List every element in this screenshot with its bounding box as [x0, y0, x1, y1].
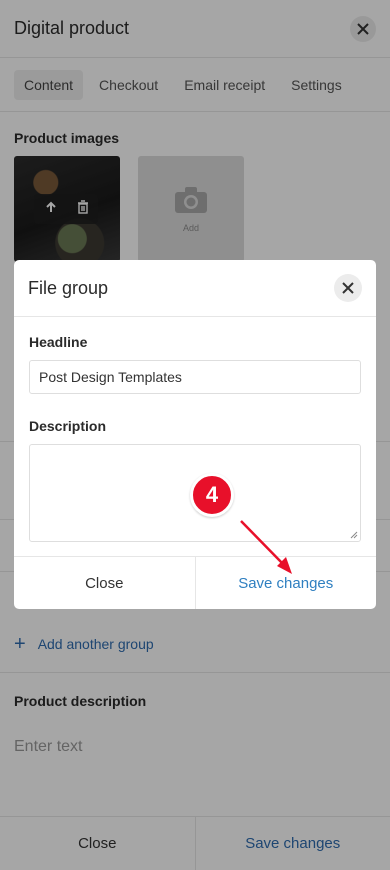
dialog-title: File group — [28, 277, 109, 298]
dialog-close-button[interactable]: Close — [14, 557, 196, 609]
resize-grip-icon[interactable] — [350, 531, 358, 539]
step-number-badge: 4 — [190, 473, 234, 517]
dialog-header: File group — [14, 260, 376, 317]
dialog-close-icon[interactable] — [334, 274, 362, 302]
dialog-footer: Close Save changes — [14, 556, 376, 609]
dialog-save-changes-button[interactable]: Save changes — [196, 557, 377, 609]
file-group-dialog: File group Headline Post Design Template… — [14, 260, 376, 609]
description-label: Description — [29, 418, 107, 434]
headline-input[interactable]: Post Design Templates — [29, 360, 361, 394]
headline-label: Headline — [29, 334, 88, 350]
